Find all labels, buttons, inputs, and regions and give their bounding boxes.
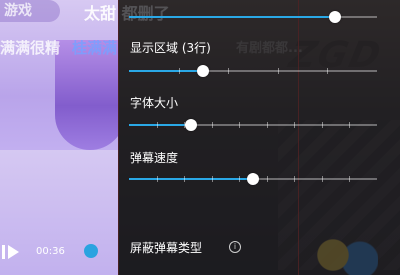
- slider-fill: [129, 124, 191, 126]
- danmaku-settings-panel: 显示区域 (3行) 字体大小 弹幕速度 屏蔽弹幕类型 i: [118, 0, 400, 275]
- slider-tick: [239, 176, 241, 182]
- slider-tick: [294, 176, 296, 182]
- slider-tick: [321, 122, 323, 128]
- slider-fill: [129, 16, 335, 18]
- block-type-label[interactable]: 屏蔽弹幕类型: [130, 239, 202, 256]
- slider-thumb[interactable]: [328, 11, 341, 23]
- info-icon[interactable]: i: [229, 241, 241, 253]
- slider-tick: [266, 122, 268, 128]
- opacity-slider[interactable]: [129, 10, 377, 24]
- danmaku-speed-slider[interactable]: [129, 172, 377, 186]
- display-area-slider[interactable]: [129, 64, 377, 78]
- slider-tick: [211, 122, 213, 128]
- slider-tick: [178, 68, 180, 74]
- video-scene-figure: [55, 40, 125, 150]
- slider-thumb[interactable]: [247, 173, 259, 185]
- slider-tick: [184, 176, 186, 182]
- slider-tick: [228, 68, 230, 74]
- play-icon[interactable]: [2, 243, 20, 261]
- slider-thumb[interactable]: [197, 65, 210, 77]
- slider-tick: [266, 176, 268, 182]
- font-size-slider[interactable]: [129, 118, 377, 132]
- current-time: 00:36: [36, 246, 65, 257]
- display-area-label: 显示区域 (3行): [130, 41, 211, 55]
- slider-fill: [129, 70, 204, 72]
- slider-tick: [349, 122, 351, 128]
- slider-tick: [294, 122, 296, 128]
- slider-tick: [277, 68, 279, 74]
- slider-tick: [239, 122, 241, 128]
- slider-tick: [211, 176, 213, 182]
- danmaku-speed-label: 弹幕速度: [130, 151, 179, 165]
- progress-handle[interactable]: [84, 244, 98, 258]
- danmaku-text: 满满很精: [0, 39, 61, 57]
- slider-thumb[interactable]: [185, 119, 197, 131]
- font-size-label: 字体大小: [130, 96, 179, 110]
- slider-tick: [156, 122, 158, 128]
- slider-tick: [349, 176, 351, 182]
- slider-fill: [129, 178, 253, 180]
- slider-tick: [156, 176, 158, 182]
- slider-tick: [321, 176, 323, 182]
- slider-tick: [327, 68, 329, 74]
- game-pill: [0, 0, 60, 22]
